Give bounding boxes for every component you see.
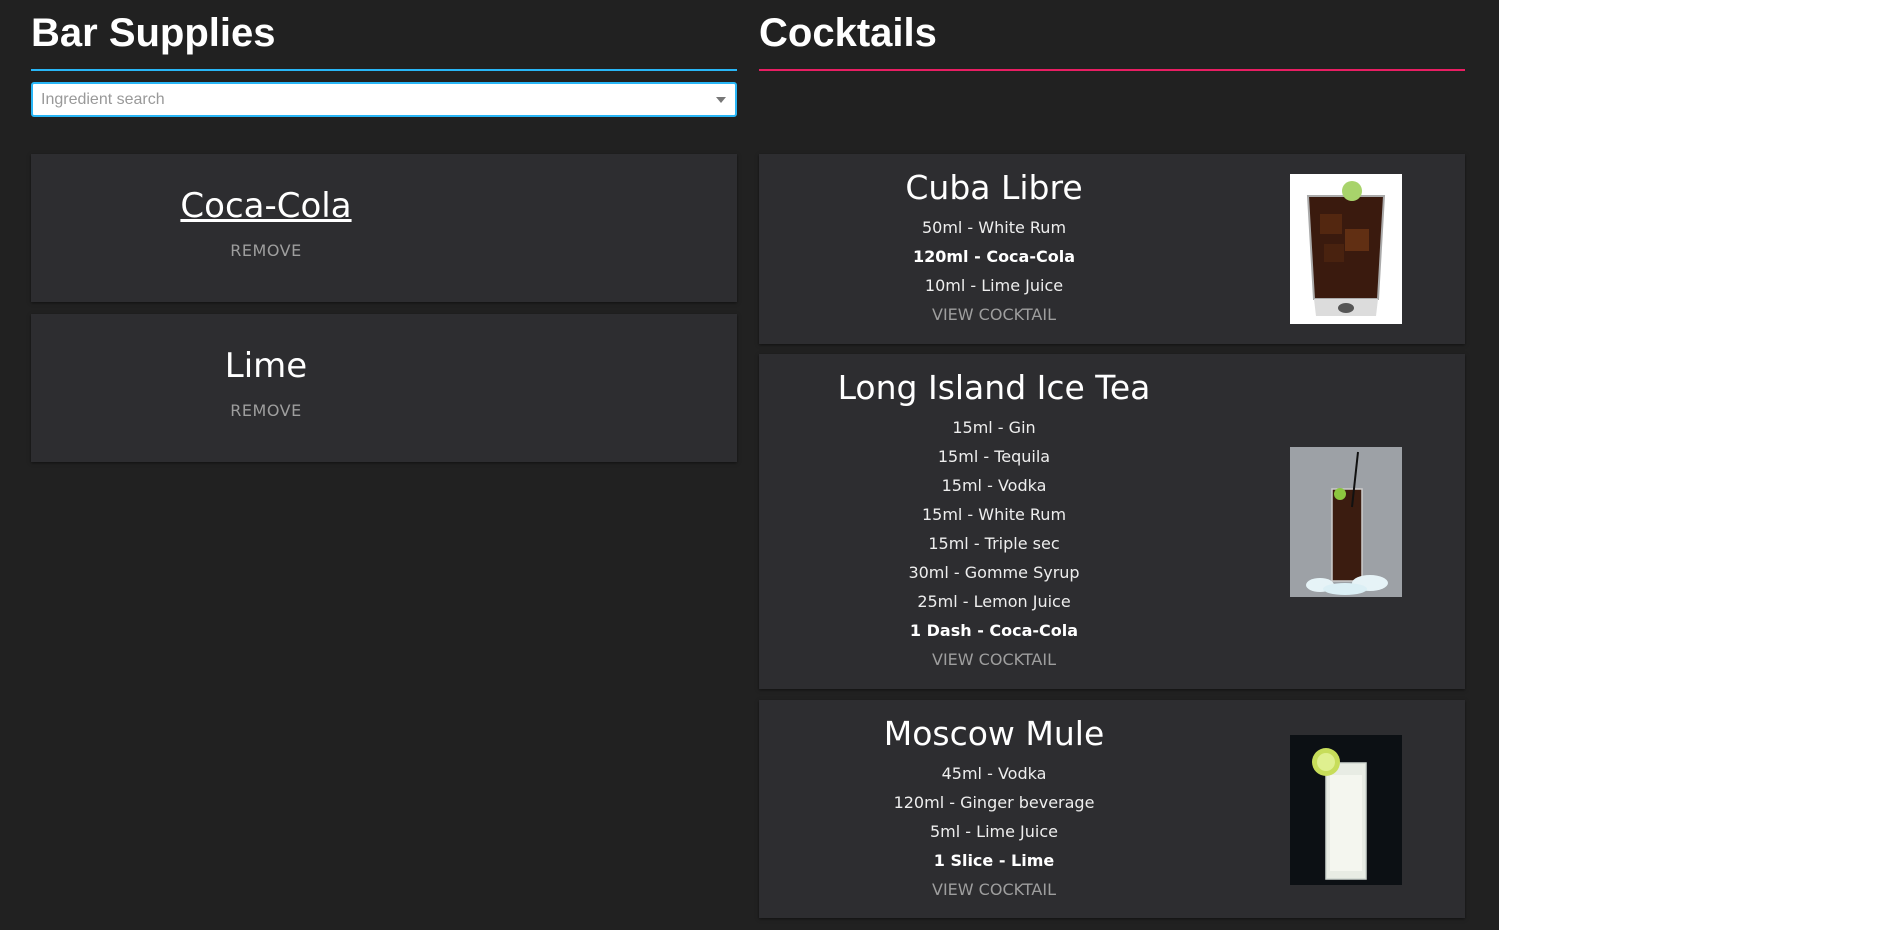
supply-card-lime: Lime REMOVE — [31, 314, 737, 462]
ingredient-line-owned: 1 Dash - Coca-Cola — [909, 621, 1079, 640]
cocktails-title: Cocktails — [759, 11, 937, 55]
long-island-highball-image — [1290, 447, 1402, 597]
ingredient-line: 15ml - Triple sec — [928, 534, 1060, 553]
ingredient-line: 30ml - Gomme Syrup — [908, 563, 1080, 582]
cocktails-panel: Cocktails Cuba Libre 50ml - White Rum 12… — [759, 0, 1465, 918]
supply-name[interactable]: Lime — [31, 346, 501, 386]
ingredient-line: 45ml - Vodka — [941, 764, 1047, 783]
ingredient-line: 15ml - White Rum — [921, 505, 1067, 524]
ingredient-line: 25ml - Lemon Juice — [917, 592, 1071, 611]
ingredient-search-input[interactable] — [41, 84, 691, 115]
ingredient-line: 5ml - Lime Juice — [930, 822, 1058, 841]
cocktail-name: Long Island Ice Tea — [837, 368, 1151, 407]
moscow-mule-glass-image — [1290, 735, 1402, 885]
cocktail-card-cuba-libre: Cuba Libre 50ml - White Rum 120ml - Coca… — [759, 154, 1465, 344]
cocktail-info: Moscow Mule 45ml - Vodka 120ml - Ginger … — [759, 700, 1229, 904]
supply-card-coca-cola: Coca-Cola REMOVE — [31, 154, 737, 302]
dropdown-arrow-icon[interactable] — [716, 97, 726, 103]
bar-supplies-title: Bar Supplies — [31, 11, 276, 55]
view-cocktail-button[interactable]: VIEW COCKTAIL — [759, 645, 1229, 674]
app-container: Bar Supplies Coca-Cola REMOVE Lime REMOV… — [0, 0, 1499, 930]
view-cocktail-button[interactable]: VIEW COCKTAIL — [759, 300, 1229, 329]
ingredient-line: 15ml - Gin — [952, 418, 1036, 437]
bar-supplies-divider — [31, 69, 737, 71]
remove-button[interactable]: REMOVE — [31, 401, 501, 420]
ingredient-line: 120ml - Ginger beverage — [893, 793, 1095, 812]
ingredient-search-box[interactable] — [31, 82, 737, 117]
supply-name[interactable]: Coca-Cola — [31, 186, 501, 226]
ingredient-line: 10ml - Lime Juice — [924, 276, 1064, 295]
cocktail-card-moscow-mule: Moscow Mule 45ml - Vodka 120ml - Ginger … — [759, 700, 1465, 918]
cocktail-info: Cuba Libre 50ml - White Rum 120ml - Coca… — [759, 154, 1229, 329]
cocktail-card-long-island-ice-tea: Long Island Ice Tea 15ml - Gin 15ml - Te… — [759, 354, 1465, 689]
bar-supplies-panel: Bar Supplies Coca-Cola REMOVE Lime REMOV… — [31, 0, 737, 462]
ingredient-line: 15ml - Tequila — [937, 447, 1051, 466]
ingredient-line: 50ml - White Rum — [921, 218, 1067, 237]
ingredient-line: 15ml - Vodka — [941, 476, 1047, 495]
ingredient-line-owned: 120ml - Coca-Cola — [912, 247, 1075, 266]
remove-button[interactable]: REMOVE — [31, 241, 501, 260]
view-cocktail-button[interactable]: VIEW COCKTAIL — [759, 875, 1229, 904]
cocktails-divider — [759, 69, 1465, 71]
cocktail-info: Long Island Ice Tea 15ml - Gin 15ml - Te… — [759, 354, 1229, 674]
cocktail-name: Cuba Libre — [905, 168, 1083, 207]
cocktail-name: Moscow Mule — [883, 714, 1105, 753]
cola-rocks-glass-image — [1290, 174, 1402, 324]
ingredient-line-owned: 1 Slice - Lime — [933, 851, 1055, 870]
